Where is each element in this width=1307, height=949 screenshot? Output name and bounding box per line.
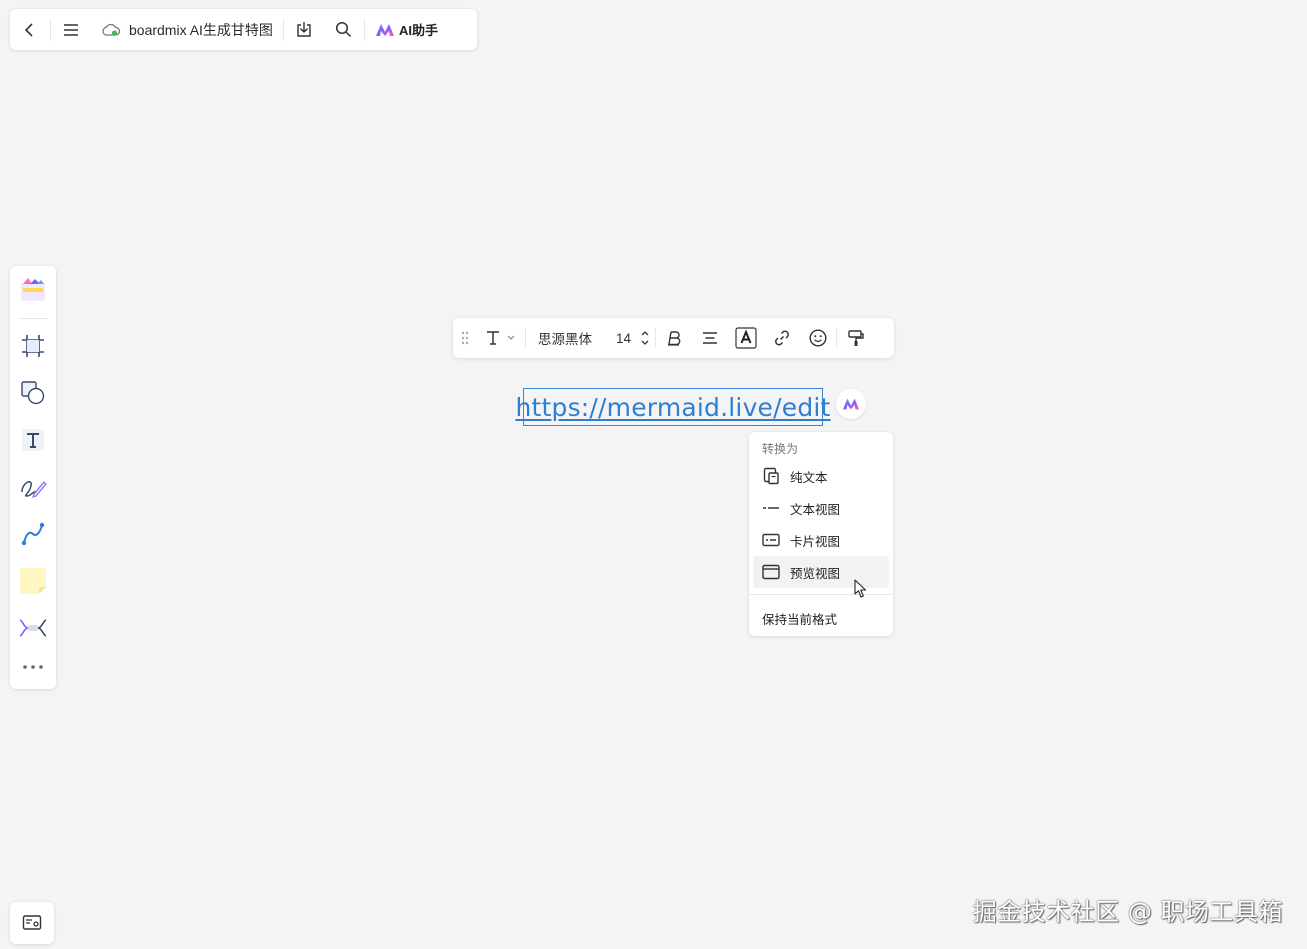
board-title-text: boardmix AI生成甘特图 xyxy=(129,21,273,38)
text-type-dropdown[interactable] xyxy=(475,318,525,358)
text-color-button[interactable] xyxy=(728,318,764,358)
download-button[interactable] xyxy=(284,9,324,50)
menu-item-text-view[interactable]: 文本视图 xyxy=(753,492,889,524)
menu-item-plain-text[interactable]: 纯文本 xyxy=(753,460,889,492)
map-location-icon xyxy=(22,915,42,930)
ai-assistant-label: AI助手 xyxy=(398,23,438,38)
frame-tool-button[interactable] xyxy=(15,329,51,364)
left-toolbar xyxy=(10,266,56,689)
card-view-icon xyxy=(762,533,780,547)
ai-logo-icon xyxy=(375,23,394,36)
stepper-arrows-icon[interactable] xyxy=(641,330,649,346)
drag-handle[interactable] xyxy=(455,331,475,345)
more-horizontal-icon xyxy=(23,665,43,670)
text-icon xyxy=(22,429,44,452)
frame-icon xyxy=(22,335,44,358)
bold-button[interactable] xyxy=(656,318,692,358)
hamburger-icon xyxy=(64,23,78,36)
templates-button[interactable] xyxy=(15,273,51,308)
menu-item-card-view[interactable]: 卡片视图 xyxy=(753,524,889,556)
text-type-icon xyxy=(487,331,499,345)
mindmap-tool-button[interactable] xyxy=(15,611,51,646)
pen-tool-button[interactable] xyxy=(15,470,51,505)
keep-format-option[interactable]: 保持当前格式 xyxy=(749,595,893,628)
cloud-saved-icon xyxy=(102,23,121,36)
chevron-down-icon xyxy=(507,335,515,340)
search-icon xyxy=(336,21,352,38)
plain-text-icon xyxy=(763,467,779,485)
mouse-cursor-icon xyxy=(854,579,867,598)
watermark-text: 掘金技术社区 @ 职场工具箱 xyxy=(972,898,1283,926)
menu-item-label: 预览视图 xyxy=(790,566,841,581)
font-family-select[interactable]: 思源黑体 xyxy=(526,318,604,358)
ai-quick-action-button[interactable] xyxy=(836,389,866,419)
font-size-value: 14 xyxy=(616,330,632,346)
grip-icon xyxy=(461,331,469,345)
download-icon xyxy=(297,21,311,37)
format-painter-button[interactable] xyxy=(837,318,875,358)
link-text[interactable]: https://mermaid.live/edit xyxy=(515,393,830,422)
ai-logo-icon xyxy=(842,398,860,410)
convert-menu-header: 转换为 xyxy=(762,442,799,456)
pen-icon xyxy=(21,481,47,499)
mindmap-icon xyxy=(19,619,47,637)
minimap-button[interactable] xyxy=(10,902,54,944)
selected-link-text-box[interactable]: https://mermaid.live/edit xyxy=(515,388,830,426)
format-painter-icon xyxy=(848,330,864,346)
text-color-icon xyxy=(735,327,757,349)
text-format-toolbar: 思源黑体 14 xyxy=(453,318,894,358)
font-size-stepper[interactable]: 14 xyxy=(604,318,655,358)
board-title[interactable]: boardmix AI生成甘特图 xyxy=(91,9,283,50)
preview-view-icon xyxy=(762,564,780,580)
menu-item-label: 纯文本 xyxy=(790,470,828,485)
link-button[interactable] xyxy=(764,318,800,358)
align-center-icon xyxy=(703,332,718,344)
connector-tool-button[interactable] xyxy=(15,517,51,552)
emoji-button[interactable] xyxy=(800,318,836,358)
top-bar: boardmix AI生成甘特图 AI助手 xyxy=(10,9,477,50)
sticky-note-icon xyxy=(20,568,46,595)
bold-icon xyxy=(668,331,681,346)
search-button[interactable] xyxy=(324,9,364,50)
shape-tool-button[interactable] xyxy=(15,376,51,411)
back-button[interactable] xyxy=(10,9,50,50)
emoji-icon xyxy=(809,329,827,347)
menu-item-label: 卡片视图 xyxy=(790,534,841,549)
menu-button[interactable] xyxy=(51,9,91,50)
ai-assistant-button[interactable]: AI助手 xyxy=(365,9,448,50)
menu-item-preview-view[interactable]: 预览视图 xyxy=(753,556,889,588)
link-icon xyxy=(775,330,789,346)
text-tool-button[interactable] xyxy=(15,423,51,458)
shapes-icon xyxy=(21,381,45,405)
menu-item-label: 文本视图 xyxy=(790,502,841,517)
templates-icon xyxy=(21,278,45,302)
text-view-icon xyxy=(763,507,779,509)
connector-icon xyxy=(21,523,45,546)
divider xyxy=(18,317,48,319)
chevron-left-icon xyxy=(24,22,33,37)
convert-menu: 转换为 纯文本 文本视图 卡片视图 预览视图 保持当前格式 xyxy=(749,432,893,636)
more-tools-button[interactable] xyxy=(15,658,51,677)
sticky-note-tool-button[interactable] xyxy=(15,564,51,599)
align-button[interactable] xyxy=(692,318,728,358)
